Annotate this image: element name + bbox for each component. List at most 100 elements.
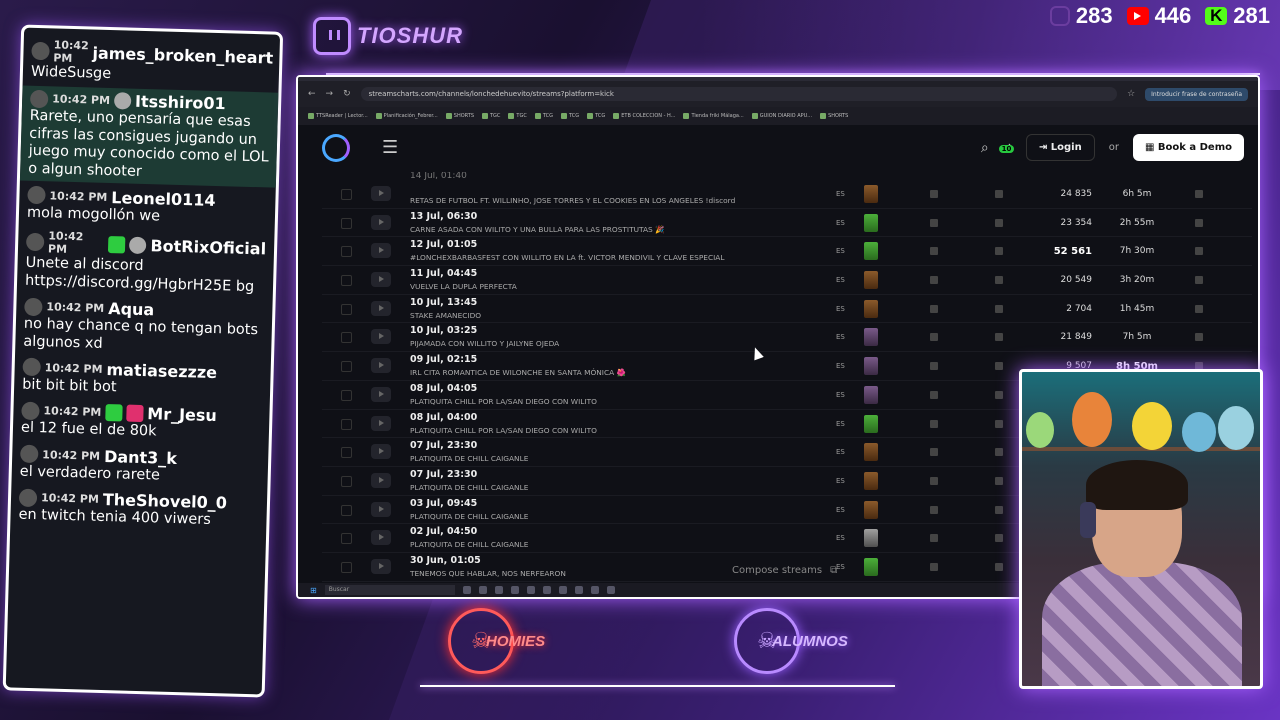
- row-checkbox[interactable]: [341, 189, 352, 200]
- bookmark-item[interactable]: Tienda friki Málaga...: [683, 113, 744, 119]
- table-row[interactable]: 10 Jul, 03:25 PIJAMADA CON WILLITO Y JAIL…: [322, 323, 1252, 353]
- taskbar-app-icon[interactable]: [526, 586, 535, 594]
- bookmark-item[interactable]: TGC: [508, 113, 527, 119]
- stream-date: 30 Jun, 01:05: [410, 554, 481, 566]
- reload-icon[interactable]: ↻: [343, 89, 351, 99]
- chat-username[interactable]: matiasezzze: [106, 360, 217, 382]
- bookmark-item[interactable]: TCG: [534, 113, 553, 119]
- row-checkbox[interactable]: [341, 217, 352, 229]
- partial-row-date: 14 Jul, 01:40: [410, 172, 467, 180]
- row-checkbox[interactable]: [341, 504, 352, 516]
- taskbar-app-icon[interactable]: [606, 586, 615, 594]
- table-row[interactable]: RETAS DE FUTBOL FT. WILLINHO, JOSE TORRE…: [322, 180, 1252, 209]
- play-icon[interactable]: [371, 214, 391, 230]
- play-icon[interactable]: [371, 444, 391, 460]
- chat-username[interactable]: Dant3_k: [104, 447, 177, 468]
- lock-icon: [995, 218, 1003, 227]
- bookmark-item[interactable]: TCG: [587, 113, 605, 119]
- password-chip[interactable]: Introducir frase de contraseña: [1145, 87, 1248, 101]
- back-icon[interactable]: ←: [308, 89, 316, 99]
- chat-badge-icon: [105, 404, 123, 422]
- stream-date: 13 Jul, 06:30: [410, 210, 478, 222]
- bookmark-item[interactable]: SHORTS: [820, 113, 848, 119]
- stream-duration: 6h 5m: [1122, 189, 1152, 199]
- play-icon[interactable]: [371, 530, 391, 546]
- bookmark-item[interactable]: TGC: [482, 113, 500, 119]
- play-icon[interactable]: [371, 358, 391, 374]
- taskbar-app-icon[interactable]: [574, 586, 583, 594]
- lock-icon: [930, 190, 938, 198]
- play-icon[interactable]: [371, 300, 391, 316]
- table-row[interactable]: 12 Jul, 01:05 #LONCHEXBARBASFEST CON WILL…: [322, 237, 1252, 267]
- bookmark-item[interactable]: SHORTS: [445, 113, 474, 119]
- alumnos-label: ALUMNOS: [772, 632, 848, 650]
- stream-date: 11 Jul, 04:45: [410, 268, 478, 280]
- play-icon[interactable]: [371, 415, 391, 431]
- chat-username[interactable]: Mr_Jesu: [147, 404, 217, 425]
- stream-duration: 7h 30m: [1119, 246, 1155, 257]
- chat-username[interactable]: BotRixOficial: [150, 236, 266, 258]
- play-icon[interactable]: [371, 472, 391, 488]
- compose-streams-button[interactable]: Compose streams ⧉: [732, 565, 837, 576]
- table-row[interactable]: 13 Jul, 06:30 CARNE ASADA CON WILITO Y UN…: [322, 209, 1252, 238]
- row-checkbox[interactable]: [341, 475, 352, 487]
- bookmark-item[interactable]: Planificación_Febrer...: [375, 113, 438, 119]
- play-icon[interactable]: [371, 272, 391, 288]
- play-icon[interactable]: [371, 329, 391, 345]
- play-icon[interactable]: [371, 558, 391, 574]
- notification-icon[interactable]: ⇄10: [998, 141, 1015, 154]
- menu-icon[interactable]: ☰: [382, 137, 398, 158]
- row-checkbox[interactable]: [341, 533, 352, 545]
- chat-username[interactable]: Itsshiro01: [135, 92, 226, 114]
- row-checkbox[interactable]: [341, 332, 352, 344]
- stream-language: ES: [836, 534, 845, 543]
- play-icon[interactable]: [371, 186, 391, 201]
- search-icon[interactable]: ⌕: [981, 140, 989, 156]
- forward-icon[interactable]: →: [326, 89, 334, 99]
- bookmark-item[interactable]: GUION DIARIO APU...: [751, 113, 812, 119]
- bookmark-icon: [445, 113, 452, 119]
- stream-title: CARNE ASADA CON WILITO Y UNA BULLA PARA …: [410, 224, 665, 234]
- row-checkbox[interactable]: [341, 389, 352, 401]
- play-icon[interactable]: [371, 386, 391, 402]
- streamscharts-logo-icon[interactable]: [322, 133, 350, 162]
- book-demo-button[interactable]: ▦ Book a Demo: [1132, 134, 1244, 161]
- taskbar-app-icon[interactable]: [478, 586, 487, 594]
- avatar-icon: [29, 89, 49, 109]
- bookmark-item[interactable]: ETB COLECCION - H...: [613, 113, 675, 119]
- taskbar-app-icon[interactable]: [558, 586, 567, 594]
- taskbar-app-icon[interactable]: [510, 586, 519, 594]
- taskbar-search[interactable]: Buscar: [324, 585, 455, 595]
- chat-username[interactable]: james_broken_heart: [92, 43, 273, 67]
- taskbar-app-icon[interactable]: [590, 586, 599, 594]
- login-button[interactable]: ⇥ Login: [1025, 134, 1095, 161]
- site-header: ☰ ⌕ ⇄10 ⇥ Login or ▦ Book a Demo: [298, 125, 1258, 170]
- table-row[interactable]: 10 Jul, 13:45 STAKE AMANECIDO ES 2 704 1h 45…: [322, 295, 1252, 324]
- twitch-icon: [1049, 6, 1070, 26]
- lock-icon: [995, 362, 1003, 371]
- chat-username[interactable]: Aqua: [108, 299, 155, 319]
- row-checkbox[interactable]: [341, 303, 352, 315]
- row-checkbox[interactable]: [341, 361, 352, 373]
- avatar-icon: [20, 444, 39, 464]
- url-field[interactable]: streamscharts.com/channels/lonchedehuevi…: [360, 87, 1118, 101]
- windows-icon[interactable]: ⊞: [310, 586, 317, 595]
- bookmark-item[interactable]: TTSReader | Lector...: [308, 113, 368, 119]
- play-icon[interactable]: [371, 243, 391, 259]
- row-checkbox[interactable]: [341, 275, 352, 287]
- taskbar-app-icon[interactable]: [494, 586, 503, 594]
- star-icon[interactable]: ☆: [1127, 89, 1135, 99]
- play-icon[interactable]: [371, 501, 391, 517]
- headphones-icon: [1080, 502, 1096, 538]
- taskbar-app-icon[interactable]: [542, 586, 551, 594]
- category-thumbnail: [864, 443, 878, 462]
- taskbar-app-icon[interactable]: [462, 586, 471, 594]
- table-row[interactable]: 11 Jul, 04:45 VUELVE LA DUPLA PERFECTA ES 2…: [322, 266, 1252, 295]
- row-checkbox[interactable]: [341, 447, 352, 459]
- bookmark-item[interactable]: TCG: [560, 113, 579, 119]
- lock-icon: [995, 419, 1003, 428]
- row-checkbox[interactable]: [341, 246, 352, 258]
- row-checkbox[interactable]: [341, 418, 352, 430]
- row-checkbox[interactable]: [341, 561, 352, 573]
- lock-icon: [995, 476, 1003, 485]
